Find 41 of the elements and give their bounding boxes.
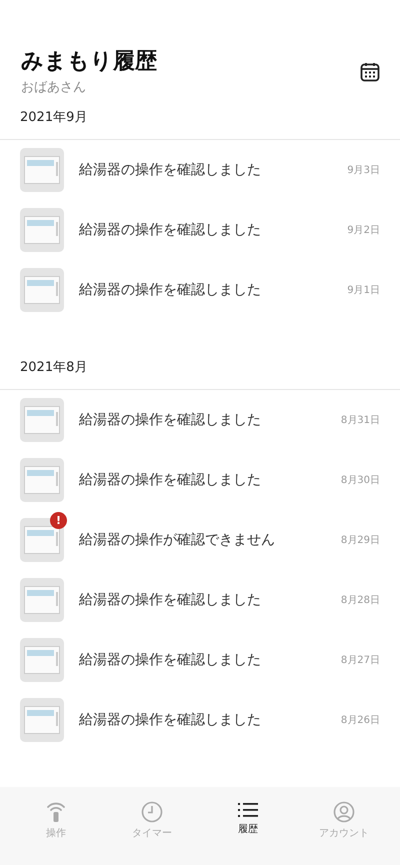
water-heater-icon bbox=[24, 526, 60, 554]
list-icon bbox=[238, 801, 258, 819]
history-message: 給湯器の操作を確認しました bbox=[79, 651, 262, 669]
history-message: 給湯器の操作を確認しました bbox=[79, 591, 262, 609]
history-date: 9月1日 bbox=[347, 284, 380, 297]
history-message: 給湯器の操作を確認しました bbox=[79, 281, 262, 299]
tab[interactable]: アカウント bbox=[296, 787, 392, 865]
history-message: 給湯器の操作を確認しました bbox=[79, 711, 262, 729]
subtitle: おばあさん bbox=[21, 79, 87, 96]
water-heater-icon bbox=[24, 276, 60, 304]
history-date: 9月2日 bbox=[347, 224, 380, 237]
page-title: みまもり履歴 bbox=[21, 48, 157, 76]
history-message: 給湯器の操作を確認しました bbox=[79, 471, 262, 489]
alert-badge: ! bbox=[50, 512, 67, 529]
history-date: 8月26日 bbox=[340, 714, 380, 727]
water-heater-icon bbox=[24, 586, 60, 614]
water-heater-icon bbox=[24, 216, 60, 244]
history-date: 8月29日 bbox=[340, 534, 380, 547]
history-message: 給湯器の操作が確認できません bbox=[79, 531, 276, 549]
month-heading: 2021年8月 bbox=[0, 350, 400, 390]
history-date: 8月27日 bbox=[340, 654, 380, 667]
remote-signal-icon bbox=[46, 801, 66, 823]
history-message: 給湯器の操作を確認しました bbox=[79, 411, 262, 429]
history-date: 8月31日 bbox=[340, 414, 380, 427]
clock-icon bbox=[141, 801, 163, 823]
month-heading: 2021年9月 bbox=[0, 100, 400, 140]
history-message: 給湯器の操作を確認しました bbox=[79, 161, 262, 179]
tab[interactable]: 操作 bbox=[8, 787, 104, 865]
history-date: 9月3日 bbox=[347, 164, 380, 177]
calendar-icon[interactable] bbox=[360, 62, 380, 82]
water-heater-icon bbox=[24, 706, 60, 734]
water-heater-icon bbox=[24, 466, 60, 494]
history-message: 給湯器の操作を確認しました bbox=[79, 221, 262, 239]
account-icon bbox=[333, 801, 355, 823]
tab[interactable]: タイマー bbox=[104, 787, 200, 865]
tab[interactable]: 履歴 bbox=[200, 787, 296, 865]
water-heater-icon bbox=[24, 406, 60, 434]
history-date: 8月30日 bbox=[340, 474, 380, 487]
water-heater-icon bbox=[24, 156, 60, 184]
water-heater-icon bbox=[24, 646, 60, 674]
history-date: 8月28日 bbox=[340, 594, 380, 607]
